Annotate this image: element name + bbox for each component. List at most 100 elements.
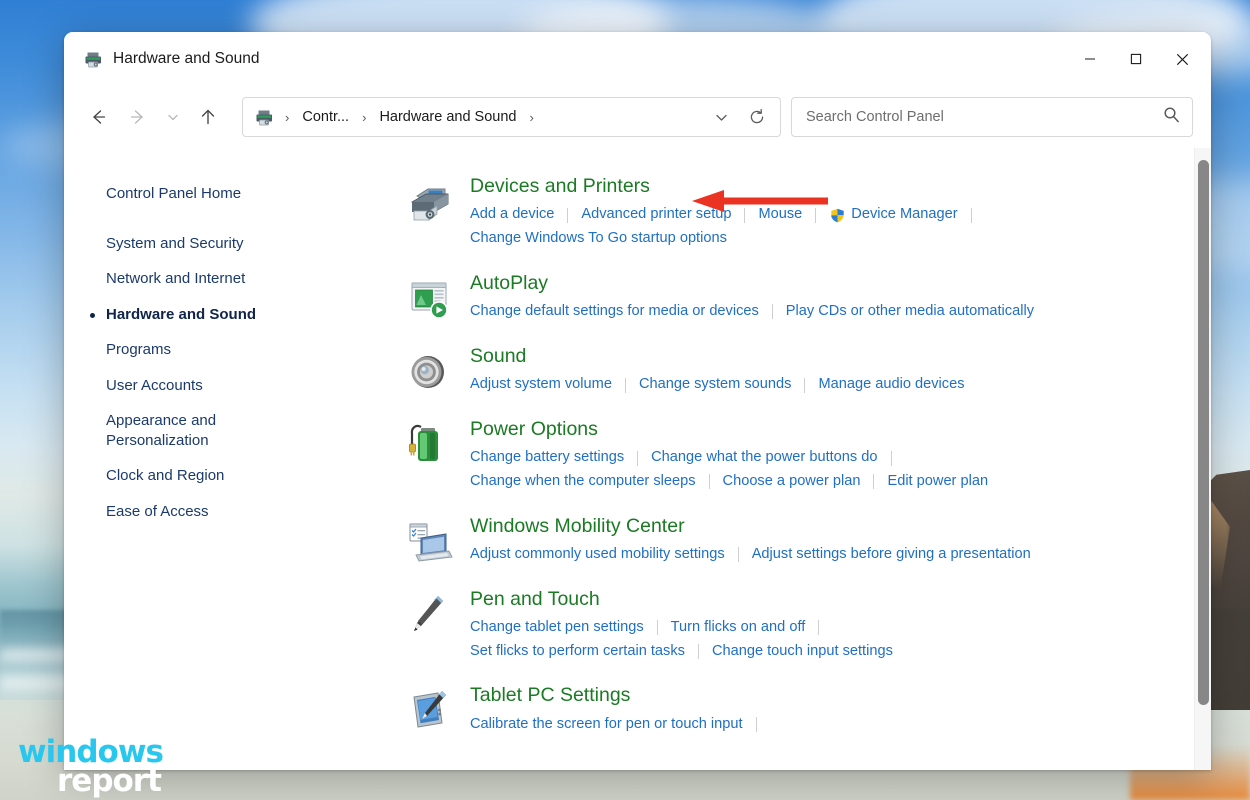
vertical-scrollbar[interactable] [1194, 148, 1211, 770]
category-sound: Sound Adjust system volume Change system… [408, 344, 1181, 397]
control-panel-icon [253, 108, 278, 127]
link-divider [744, 207, 746, 223]
link-edit-power-plan[interactable]: Edit power plan [887, 470, 988, 494]
link-divider [815, 207, 817, 223]
minimize-button[interactable] [1067, 32, 1113, 86]
link-divider [737, 547, 739, 563]
recent-locations-button[interactable] [158, 99, 188, 135]
sidebar-item-hardware-and-sound[interactable]: Hardware and Sound [90, 297, 316, 333]
breadcrumb-separator-trailing[interactable]: › [524, 110, 538, 125]
breadcrumb: › Contr... › Hardware and Sound › [253, 106, 704, 128]
desktop-background: Hardware and Sound › Contr... › Hardware… [0, 0, 1250, 800]
window-titlebar: Hardware and Sound [64, 32, 1211, 86]
link-calibrate-the-screen-for-pen-or-touch-input[interactable]: Calibrate the screen for pen or touch in… [470, 713, 743, 737]
link-row: Set flicks to perform certain tasks Chan… [470, 640, 1181, 664]
link-adjust-system-volume[interactable]: Adjust system volume [470, 373, 612, 397]
link-change-tablet-pen-settings[interactable]: Change tablet pen settings [470, 616, 644, 640]
link-divider [708, 474, 710, 490]
back-button[interactable] [78, 99, 118, 135]
speaker-icon [408, 344, 470, 397]
sidebar-item-programs[interactable]: Programs [106, 332, 316, 368]
search-icon[interactable] [1163, 106, 1180, 128]
category-title-sound[interactable]: Sound [470, 345, 526, 367]
link-adjust-commonly-used-mobility-settings[interactable]: Adjust commonly used mobility settings [470, 543, 725, 567]
link-change-when-the-computer-sleeps[interactable]: Change when the computer sleeps [470, 470, 696, 494]
category-autoplay: AutoPlay Change default settings for med… [408, 271, 1181, 324]
link-divider [755, 717, 757, 733]
link-divider [697, 644, 699, 660]
category-title-autoplay[interactable]: AutoPlay [470, 272, 548, 294]
scrollbar-thumb[interactable] [1198, 160, 1209, 705]
link-change-what-the-power-buttons-do[interactable]: Change what the power buttons do [651, 446, 877, 470]
forward-button[interactable] [118, 99, 158, 135]
category-pen-and-touch: Pen and Touch Change tablet pen settings… [408, 587, 1181, 664]
sidebar-item-appearance-and-personalization[interactable]: Appearance and Personalization [106, 403, 316, 458]
maximize-button[interactable] [1113, 32, 1159, 86]
sidebar-navigation: Control Panel Home System and Security N… [64, 148, 394, 770]
close-button[interactable] [1159, 32, 1205, 86]
breadcrumb-separator: › [285, 109, 290, 125]
refresh-icon[interactable] [740, 102, 774, 132]
link-change-default-settings-for-media-or-devices[interactable]: Change default settings for media or dev… [470, 300, 759, 324]
link-change-touch-input-settings[interactable]: Change touch input settings [712, 640, 893, 664]
autoplay-icon [408, 271, 470, 324]
printer-icon [84, 50, 103, 69]
link-change-windows-to-go-startup-options[interactable]: Change Windows To Go startup options [470, 227, 727, 251]
link-turn-flicks-on-and-off[interactable]: Turn flicks on and off [671, 616, 806, 640]
battery-icon [408, 417, 470, 494]
link-divider [567, 207, 569, 223]
link-divider [804, 377, 806, 393]
content-pane: Devices and Printers Add a device Advanc… [394, 148, 1211, 770]
search-box[interactable] [791, 97, 1193, 137]
link-divider [637, 450, 639, 466]
category-tablet-pc-settings: Tablet PC Settings Calibrate the screen … [408, 683, 1181, 736]
laptop-icon [408, 514, 470, 567]
link-row: Change when the computer sleeps Choose a… [470, 470, 1181, 494]
navigation-toolbar: › Contr... › Hardware and Sound › [64, 86, 1211, 148]
sidebar-item-system-and-security[interactable]: System and Security [106, 226, 316, 262]
uac-shield-icon [829, 207, 846, 224]
search-input[interactable] [806, 109, 1163, 125]
sidebar-item-network-and-internet[interactable]: Network and Internet [106, 261, 316, 297]
link-row: Adjust commonly used mobility settings A… [470, 543, 1181, 567]
link-row: Change battery settings Change what the … [470, 446, 1181, 470]
windows-report-watermark: windows report [18, 737, 164, 796]
category-title-pen-and-touch[interactable]: Pen and Touch [470, 588, 600, 610]
window-title: Hardware and Sound [113, 50, 260, 67]
link-divider [970, 207, 972, 223]
sidebar-item-clock-and-region[interactable]: Clock and Region [106, 458, 316, 494]
link-set-flicks-to-perform-certain-tasks[interactable]: Set flicks to perform certain tasks [470, 640, 685, 664]
sidebar-item-control-panel-home[interactable]: Control Panel Home [106, 176, 316, 212]
category-title-devices-and-printers[interactable]: Devices and Printers [470, 175, 650, 197]
link-change-battery-settings[interactable]: Change battery settings [470, 446, 624, 470]
link-change-system-sounds[interactable]: Change system sounds [639, 373, 792, 397]
breadcrumb-item-control-panel[interactable]: Contr... [296, 106, 355, 128]
link-play-cds-or-other-media-automatically[interactable]: Play CDs or other media automatically [786, 300, 1034, 324]
tablet-icon [408, 683, 470, 736]
link-adjust-settings-before-giving-a-presentation[interactable]: Adjust settings before giving a presenta… [752, 543, 1031, 567]
address-bar[interactable]: › Contr... › Hardware and Sound › [242, 97, 781, 137]
category-title-tablet-pc-settings[interactable]: Tablet PC Settings [470, 684, 630, 706]
link-add-a-device[interactable]: Add a device [470, 203, 554, 227]
link-choose-a-power-plan[interactable]: Choose a power plan [723, 470, 861, 494]
sidebar-item-ease-of-access[interactable]: Ease of Access [106, 494, 316, 530]
link-divider [624, 377, 626, 393]
link-row: Change tablet pen settings Turn flicks o… [470, 616, 1181, 640]
link-manage-audio-devices[interactable]: Manage audio devices [818, 373, 964, 397]
sidebar-item-user-accounts[interactable]: User Accounts [106, 368, 316, 404]
link-row: Add a device Advanced printer setup Mous… [470, 203, 1181, 227]
category-title-windows-mobility-center[interactable]: Windows Mobility Center [470, 515, 685, 537]
link-device-manager[interactable]: Device Manager [829, 203, 958, 227]
up-button[interactable] [188, 99, 228, 135]
breadcrumb-item-hardware-and-sound[interactable]: Hardware and Sound [373, 106, 522, 128]
category-devices-and-printers: Devices and Printers Add a device Advanc… [408, 174, 1181, 251]
control-panel-window: Hardware and Sound › Contr... › Hardware… [64, 32, 1211, 770]
window-body: Control Panel Home System and Security N… [64, 148, 1211, 770]
category-title-power-options[interactable]: Power Options [470, 418, 598, 440]
link-mouse[interactable]: Mouse [758, 203, 802, 227]
link-divider [890, 450, 892, 466]
link-advanced-printer-setup[interactable]: Advanced printer setup [581, 203, 731, 227]
chevron-down-icon[interactable] [704, 102, 738, 132]
link-divider [873, 474, 875, 490]
link-device-manager-label: Device Manager [851, 206, 958, 223]
